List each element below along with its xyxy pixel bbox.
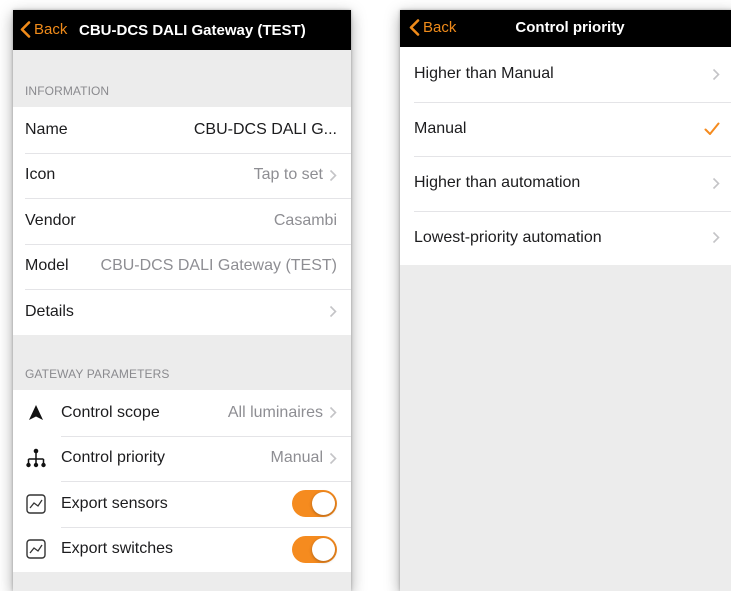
- chevron-right-icon: [712, 177, 720, 189]
- row-model: Model CBU-DCS DALI Gateway (TEST): [13, 243, 351, 290]
- control-priority-screen: Back Control priority Higher than Manual…: [400, 10, 731, 591]
- row-icon[interactable]: Icon Tap to set: [13, 152, 351, 199]
- chevron-right-icon: [329, 407, 337, 419]
- option-label: Higher than automation: [414, 174, 581, 192]
- row-label: Export sensors: [61, 494, 168, 512]
- option-label: Higher than Manual: [414, 65, 554, 83]
- option-label: Manual: [414, 119, 467, 137]
- chevron-right-icon: [712, 232, 720, 244]
- row-label: Vendor: [25, 211, 76, 229]
- chevron-right-icon: [329, 306, 337, 318]
- row-label: Control priority: [61, 449, 166, 467]
- row-export-sensors: Export sensors: [13, 481, 351, 527]
- name-value: CBU-DCS DALI G...: [193, 120, 337, 138]
- icon-value: Tap to set: [253, 166, 323, 184]
- priority-options-list: Higher than Manual Manual Higher than au…: [400, 47, 731, 265]
- chevron-right-icon: [329, 452, 337, 464]
- navigation-bar: Back Control priority: [400, 10, 731, 47]
- checkmark-icon: [704, 122, 720, 135]
- export-switches-toggle[interactable]: [292, 535, 337, 563]
- control-priority-value: Manual: [270, 449, 323, 467]
- row-control-priority[interactable]: Control priority Manual: [13, 435, 351, 482]
- row-name[interactable]: Name CBU-DCS DALI G...: [13, 107, 351, 153]
- option-label: Lowest-priority automation: [414, 228, 602, 246]
- back-button[interactable]: Back: [20, 21, 67, 38]
- chart-icon: [25, 538, 47, 560]
- chart-icon: [25, 493, 47, 515]
- row-label: Name: [25, 120, 68, 138]
- gateway-settings-screen: Back CBU-DCS DALI Gateway (TEST) INFORMA…: [13, 10, 351, 591]
- section-header-information: INFORMATION: [25, 84, 110, 98]
- chevron-left-icon: [20, 21, 31, 38]
- export-sensors-toggle[interactable]: [292, 490, 337, 518]
- row-export-switches: Export switches: [13, 526, 351, 573]
- option-lowest-priority-automation[interactable]: Lowest-priority automation: [400, 210, 731, 266]
- row-vendor: Vendor Casambi: [13, 198, 351, 244]
- gateway-parameters-group: Control scope All luminaires Control pri…: [13, 390, 351, 572]
- row-label: Details: [25, 302, 74, 320]
- vendor-value: Casambi: [273, 211, 337, 229]
- option-manual[interactable]: Manual: [400, 101, 731, 157]
- row-label: Export switches: [61, 540, 174, 558]
- information-group: Name CBU-DCS DALI G... Icon Tap to set V…: [13, 107, 351, 335]
- option-higher-than-manual[interactable]: Higher than Manual: [400, 47, 731, 102]
- model-value: CBU-DCS DALI Gateway (TEST): [100, 257, 337, 275]
- navigation-bar: Back CBU-DCS DALI Gateway (TEST): [13, 10, 351, 50]
- option-higher-than-automation[interactable]: Higher than automation: [400, 156, 731, 211]
- row-label: Model: [25, 257, 69, 275]
- control-scope-value: All luminaires: [227, 403, 323, 421]
- row-control-scope[interactable]: Control scope All luminaires: [13, 390, 351, 436]
- triangle-icon: [25, 402, 47, 424]
- page-title: Control priority: [515, 19, 625, 36]
- back-label: Back: [34, 21, 68, 38]
- toggle-knob: [312, 492, 335, 516]
- chevron-right-icon: [712, 68, 720, 80]
- hierarchy-icon: [25, 447, 47, 469]
- row-label: Icon: [25, 166, 56, 184]
- row-label: Control scope: [61, 403, 160, 421]
- chevron-right-icon: [329, 169, 337, 181]
- row-details[interactable]: Details: [13, 289, 351, 335]
- page-title: CBU-DCS DALI Gateway (TEST): [79, 22, 306, 39]
- section-header-gateway-parameters: GATEWAY PARAMETERS: [25, 367, 170, 381]
- toggle-knob: [312, 537, 335, 561]
